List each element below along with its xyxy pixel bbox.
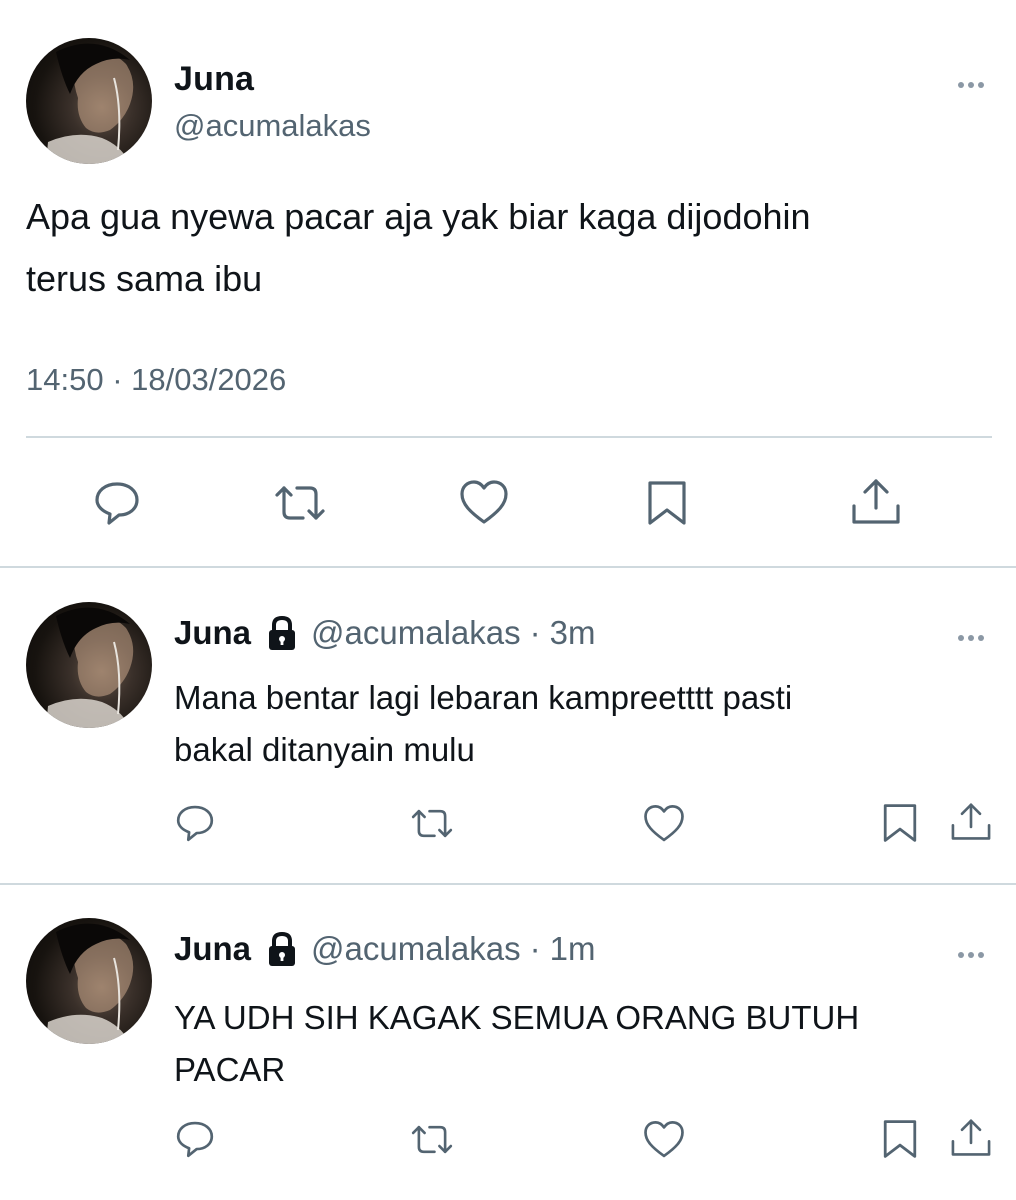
- author-handle[interactable]: @acumalakas: [174, 108, 371, 144]
- author-name[interactable]: Juna: [174, 60, 254, 99]
- retweet-button[interactable]: [408, 803, 456, 844]
- share-button[interactable]: [948, 800, 994, 844]
- reply-button[interactable]: [174, 1118, 216, 1160]
- reply-header: Juna @acumalakas · 3m: [174, 614, 595, 652]
- like-button[interactable]: [642, 803, 686, 845]
- like-button[interactable]: [642, 1119, 686, 1161]
- share-upload-icon: [852, 479, 900, 524]
- more-dots-icon[interactable]: [958, 75, 994, 88]
- tweet-text-line: terus sama ibu: [26, 258, 263, 299]
- reply-text-line: YA UDH SIH KAGAK SEMUA ORANG BUTUH: [174, 999, 860, 1036]
- bookmark-icon: [648, 481, 686, 525]
- more-dots-icon[interactable]: [958, 945, 994, 958]
- reply-text-line: PACAR: [174, 1051, 286, 1088]
- avatar-photo: [46, 923, 134, 1044]
- retweet-button[interactable]: [408, 1119, 456, 1160]
- speech-bubble-icon: [176, 805, 214, 842]
- lock-icon: [269, 615, 296, 650]
- separator-dot: ·: [529, 614, 541, 651]
- speech-bubble-icon: [176, 1121, 214, 1158]
- bookmark-button[interactable]: [644, 478, 690, 528]
- bookmark-button[interactable]: [880, 1117, 920, 1161]
- avatar[interactable]: [26, 38, 152, 164]
- retweet-arrows-icon: [411, 809, 453, 838]
- share-button[interactable]: [948, 1116, 994, 1160]
- bookmark-icon: [883, 804, 917, 842]
- reply-age[interactable]: 1m: [550, 930, 596, 968]
- more-dots-icon[interactable]: [958, 628, 994, 641]
- share-upload-icon: [951, 803, 991, 840]
- divider: [0, 566, 1016, 568]
- bookmark-icon: [883, 1120, 917, 1158]
- separator-dot: ·: [529, 930, 541, 967]
- retweet-arrows-icon: [275, 486, 325, 520]
- heart-icon: [644, 1121, 684, 1158]
- reply-text-line: bakal ditanyain mulu: [174, 731, 475, 768]
- avatar[interactable]: [26, 602, 152, 728]
- speech-bubble-icon: [95, 482, 139, 525]
- share-button[interactable]: [848, 476, 904, 528]
- lock-icon: [269, 931, 296, 966]
- author-name[interactable]: Juna: [174, 930, 251, 968]
- retweet-button[interactable]: [271, 478, 329, 528]
- reply-text: YA UDH SIH KAGAK SEMUA ORANG BUTUH PACAR: [174, 992, 974, 1096]
- retweet-arrows-icon: [411, 1125, 453, 1154]
- like-button[interactable]: [458, 478, 510, 528]
- tweet-text: Apa gua nyewa pacar aja yak biar kaga di…: [26, 186, 986, 310]
- divider: [0, 883, 1016, 885]
- author-name[interactable]: Juna: [174, 614, 251, 652]
- reply-header: Juna @acumalakas · 1m: [174, 930, 595, 968]
- author-handle[interactable]: @acumalakas: [311, 930, 521, 968]
- bookmark-button[interactable]: [880, 801, 920, 845]
- share-upload-icon: [951, 1119, 991, 1156]
- heart-icon: [644, 805, 684, 842]
- reply-text-line: Mana bentar lagi lebaran kampreetttt pas…: [174, 679, 793, 716]
- reply-button[interactable]: [174, 802, 216, 844]
- avatar-photo: [46, 43, 134, 164]
- avatar-photo: [46, 607, 134, 728]
- reply-button[interactable]: [92, 478, 142, 528]
- divider: [26, 436, 992, 438]
- tweet-text-line: Apa gua nyewa pacar aja yak biar kaga di…: [26, 196, 811, 237]
- tweet-timestamp[interactable]: 14:50 · 18/03/2026: [26, 362, 286, 398]
- avatar[interactable]: [26, 918, 152, 1044]
- author-handle[interactable]: @acumalakas: [311, 614, 521, 652]
- heart-icon: [460, 480, 508, 524]
- reply-text: Mana bentar lagi lebaran kampreetttt pas…: [174, 672, 974, 776]
- reply-age[interactable]: 3m: [550, 614, 596, 652]
